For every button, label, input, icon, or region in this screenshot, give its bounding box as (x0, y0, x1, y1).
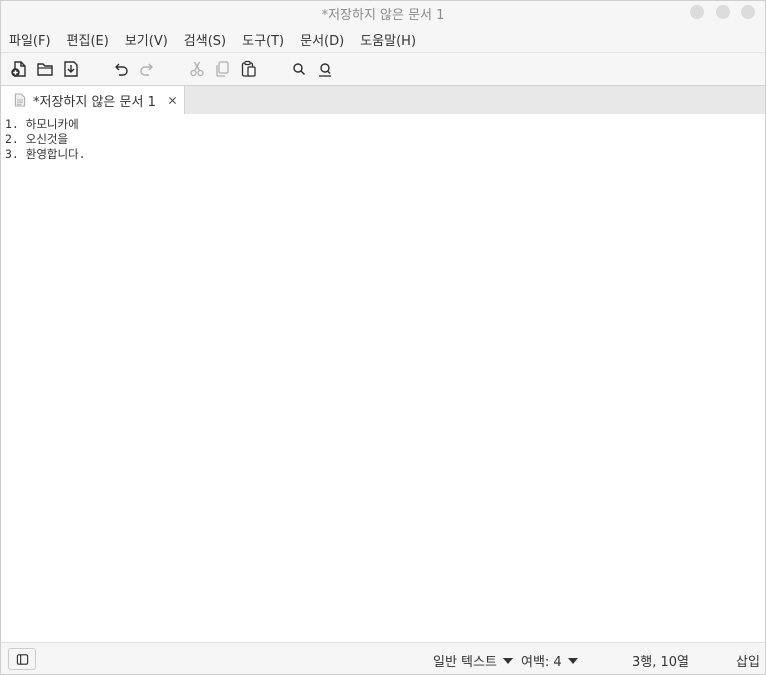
replace-button[interactable] (315, 59, 335, 79)
tab-width-selector[interactable]: 여백: 4 (521, 651, 578, 670)
maximize-button[interactable] (716, 5, 730, 19)
open-button[interactable] (35, 59, 55, 79)
close-tab-button[interactable] (166, 93, 180, 107)
menu-search[interactable]: 검색(S) (184, 30, 226, 49)
close-window-button[interactable] (741, 5, 755, 19)
redo-button[interactable] (137, 59, 157, 79)
redo-icon (140, 63, 153, 76)
save-icon (64, 61, 78, 77)
editor-window: *저장하지 않은 문서 1 파일(F) 편집(E) 보기(V) 검색(S) 도구… (0, 0, 766, 675)
paste-button[interactable] (239, 59, 259, 79)
language-label: 일반 텍스트 (433, 655, 497, 670)
title-bar[interactable]: *저장하지 않은 문서 1 (1, 1, 765, 25)
editor-line-3: 3. 환영합니다. (5, 147, 86, 161)
insert-mode-label: 삽입 (736, 655, 760, 670)
insert-mode-indicator: 삽입 (736, 651, 760, 670)
chevron-down-icon (567, 657, 578, 664)
save-button[interactable] (61, 59, 81, 79)
editor-line-1: 1. 하모니카에 (5, 117, 79, 131)
menu-file[interactable]: 파일(F) (9, 30, 51, 49)
menu-bar: 파일(F) 편집(E) 보기(V) 검색(S) 도구(T) 문서(D) 도움말(… (1, 27, 765, 51)
menu-edit[interactable]: 편집(E) (67, 30, 109, 49)
menu-help[interactable]: 도움말(H) (360, 30, 416, 49)
minimize-button[interactable] (690, 5, 704, 19)
text-document-icon (13, 92, 27, 108)
menu-view[interactable]: 보기(V) (125, 30, 168, 49)
editor-line-2: 2. 오신것을 (5, 132, 69, 146)
undo-button[interactable] (111, 59, 131, 79)
new-document-icon (11, 61, 26, 77)
chevron-down-icon (502, 657, 513, 664)
status-bar: 일반 텍스트 여백: 4 3행, 10열 삽입 (1, 642, 765, 674)
replace-icon (319, 63, 331, 77)
tab-bar: *저장하지 않은 문서 1 (1, 85, 765, 115)
copy-button[interactable] (213, 59, 233, 79)
cursor-position-label: 3행, 10열 (632, 655, 689, 670)
tab-label: *저장하지 않은 문서 1 (33, 94, 156, 110)
window-title: *저장하지 않은 문서 1 (321, 8, 445, 23)
paste-icon (241, 60, 256, 77)
cursor-position: 3행, 10열 (632, 651, 689, 670)
tab-width-label: 여백: 4 (521, 655, 562, 670)
search-button[interactable] (289, 59, 309, 79)
close-icon (169, 96, 177, 104)
side-panel-icon (16, 653, 28, 665)
search-icon (293, 63, 306, 76)
text-editor-area[interactable]: 1. 하모니카에 2. 오신것을 3. 환영합니다. (1, 114, 765, 645)
menu-documents[interactable]: 문서(D) (300, 30, 344, 49)
cut-icon (190, 61, 204, 77)
tab-unsaved-document-1[interactable]: *저장하지 않은 문서 1 (1, 86, 185, 114)
new-document-button[interactable] (9, 59, 29, 79)
toolbar (1, 52, 765, 85)
language-selector[interactable]: 일반 텍스트 (433, 651, 513, 670)
undo-icon (115, 63, 128, 76)
side-panel-toggle-button[interactable] (8, 648, 36, 670)
open-folder-icon (37, 63, 53, 76)
menu-tools[interactable]: 도구(T) (242, 30, 284, 49)
cut-button[interactable] (187, 59, 207, 79)
copy-icon (216, 61, 229, 77)
